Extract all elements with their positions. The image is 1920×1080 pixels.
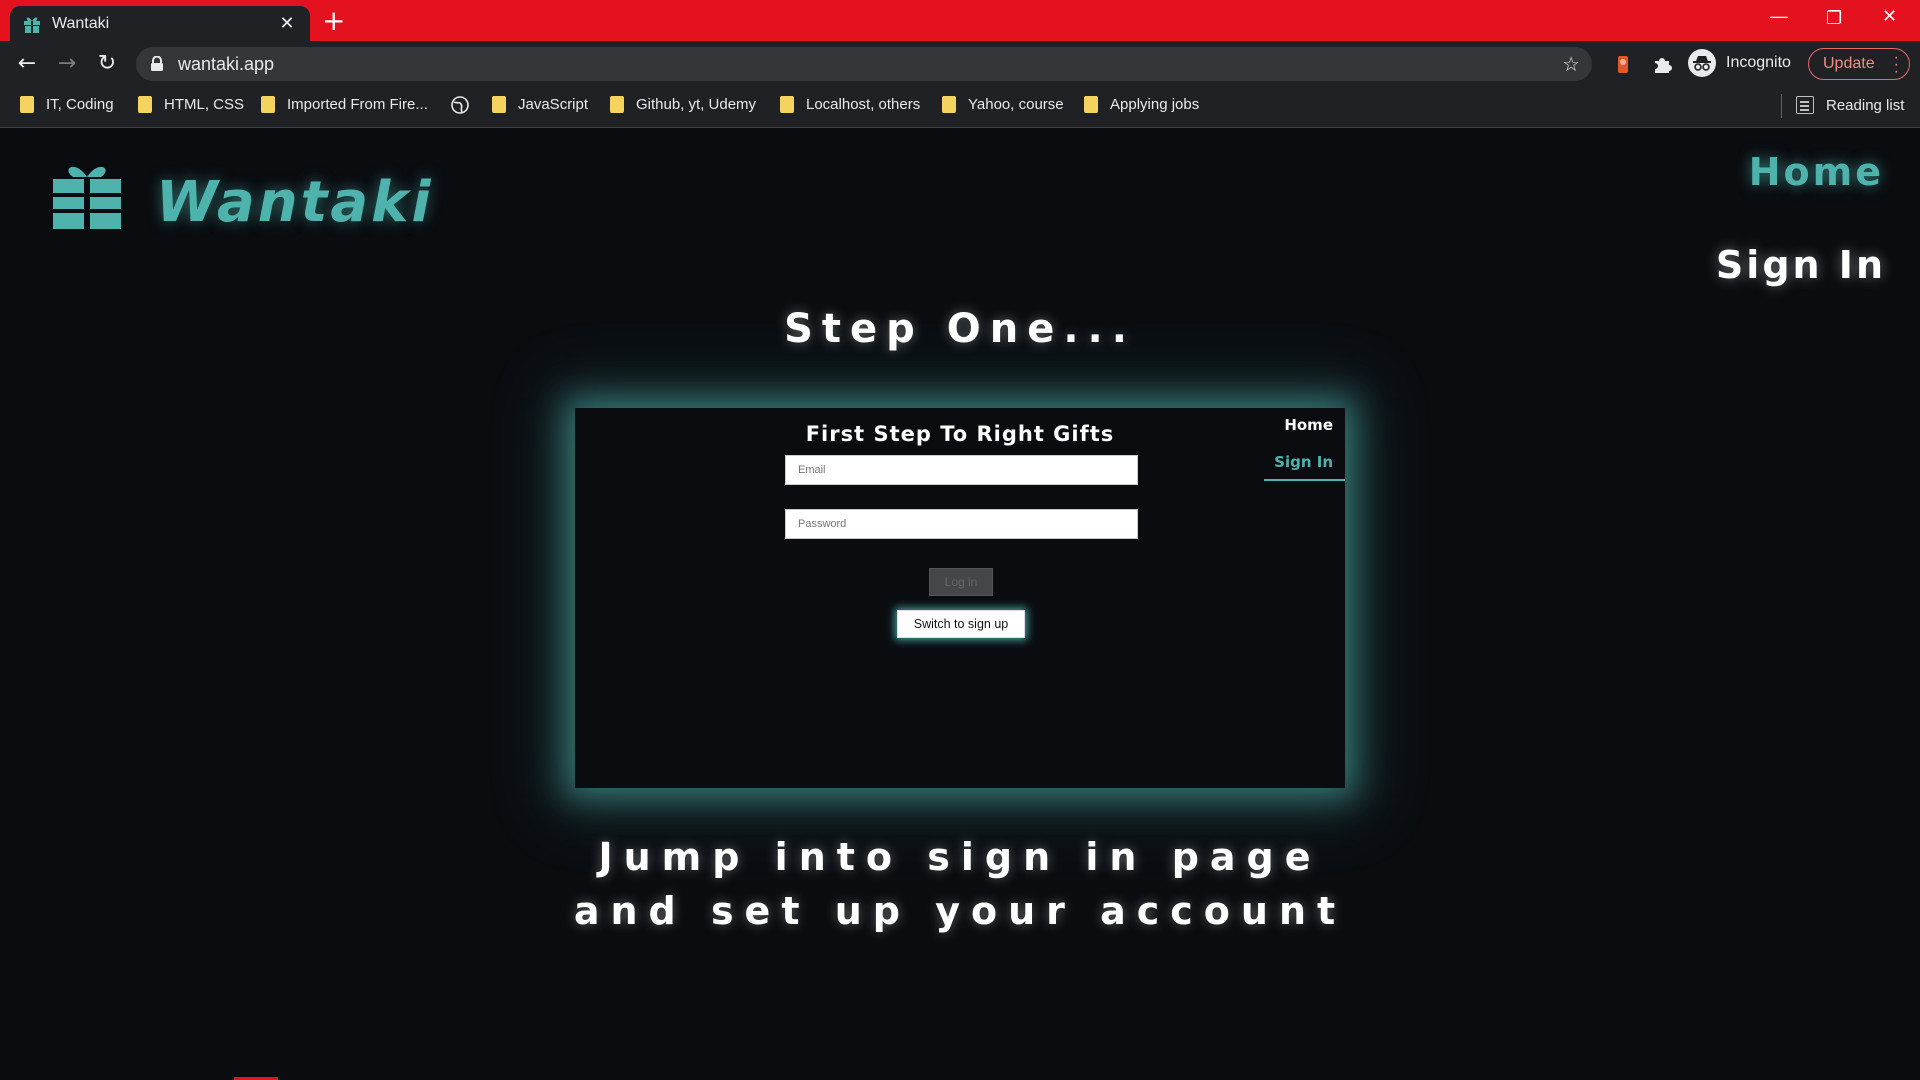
- lock-icon: [151, 56, 163, 71]
- bookmark-folder[interactable]: Github, yt, Udemy: [610, 96, 756, 113]
- folder-icon: [780, 96, 794, 113]
- folder-icon: [1084, 96, 1098, 113]
- step-title: Step One...: [784, 306, 1136, 352]
- more-menu-icon: · · ·: [1893, 49, 1899, 80]
- preview-active-underline: [1264, 479, 1345, 481]
- preview-nav-home[interactable]: Home: [1284, 416, 1333, 434]
- reading-list-label: Reading list: [1826, 96, 1905, 114]
- url-text: wantaki.app: [178, 53, 275, 74]
- instruction-caption: Jump into sign in page and set up your a…: [0, 830, 1920, 938]
- back-arrow-icon[interactable]: ←: [14, 51, 40, 77]
- gift-logo-icon: [53, 166, 121, 229]
- bookmark-folder[interactable]: Localhost, others: [780, 96, 920, 113]
- bookmark-star-icon[interactable]: ☆: [1562, 52, 1580, 76]
- profile-label: Incognito: [1726, 54, 1791, 71]
- gift-icon: [24, 17, 40, 33]
- update-label: Update: [1823, 55, 1875, 72]
- forward-arrow-icon[interactable]: →: [54, 51, 80, 77]
- globe-icon: [451, 96, 469, 114]
- address-bar[interactable]: wantaki.app ☆: [136, 47, 1592, 81]
- new-tab-icon[interactable]: +: [322, 7, 345, 35]
- sign-in-preview-screenshot: First Step To Right Gifts Log in Switch …: [575, 408, 1345, 788]
- tab-strip: Wantaki ✕ + — ❐ ✕: [0, 0, 1920, 41]
- bookmark-label: Yahoo, course: [968, 96, 1064, 113]
- bookmark-folder[interactable]: JavaScript: [492, 96, 588, 113]
- incognito-icon: [1688, 49, 1716, 77]
- folder-icon: [20, 96, 34, 113]
- reading-list-button[interactable]: Reading list: [1796, 96, 1904, 114]
- bookmarks-bar: IT, Coding HTML, CSS Imported From Fire.…: [0, 86, 1920, 128]
- nav-home-link[interactable]: Home: [1749, 150, 1884, 194]
- bookmark-folder[interactable]: HTML, CSS: [138, 96, 244, 113]
- bookmark-label: Imported From Fire...: [287, 96, 428, 113]
- folder-icon: [492, 96, 506, 113]
- update-button[interactable]: Update · · ·: [1808, 48, 1910, 80]
- folder-icon: [261, 96, 275, 113]
- preview-title: First Step To Right Gifts: [805, 422, 1115, 446]
- reading-list-icon: [1796, 96, 1814, 114]
- preview-login-button[interactable]: Log in: [929, 568, 993, 596]
- bookmark-folder[interactable]: Applying jobs: [1084, 96, 1199, 113]
- incognito-profile[interactable]: Incognito: [1688, 49, 1791, 77]
- bookmark-folder[interactable]: IT, Coding: [20, 96, 114, 113]
- bookmark-folder[interactable]: Yahoo, course: [942, 96, 1064, 113]
- site-logo-text[interactable]: Wantaki: [156, 170, 434, 235]
- close-tab-icon[interactable]: ✕: [276, 13, 298, 34]
- browser-tab[interactable]: Wantaki ✕: [10, 6, 310, 41]
- bookmark-label: JavaScript: [518, 96, 589, 113]
- folder-icon: [138, 96, 152, 113]
- folder-icon: [942, 96, 956, 113]
- folder-icon: [610, 96, 624, 113]
- preview-nav-sign-in[interactable]: Sign In: [1274, 453, 1333, 471]
- page-content: Wantaki Home Sign In Step One... First S…: [0, 128, 1920, 1080]
- bookmark-label: Github, yt, Udemy: [636, 96, 757, 113]
- puzzle-icon[interactable]: [1651, 53, 1673, 75]
- preview-email-field[interactable]: [785, 455, 1138, 485]
- tab-title: Wantaki: [52, 14, 110, 32]
- preview-switch-to-sign-up-button[interactable]: Switch to sign up: [897, 610, 1025, 638]
- preview-password-field[interactable]: [785, 509, 1138, 539]
- restore-icon[interactable]: ❐: [1826, 8, 1842, 29]
- bookmark-label: Applying jobs: [1110, 96, 1200, 113]
- bookmark-globe[interactable]: [451, 96, 469, 114]
- browser-toolbar: ← → ↻ wantaki.app ☆ Incognito Update · · ·: [0, 41, 1920, 86]
- extension-icon[interactable]: [1612, 53, 1634, 75]
- bookmark-label: HTML, CSS: [164, 96, 245, 113]
- caption-line-2: and set up your account: [573, 889, 1347, 933]
- bookmark-folder[interactable]: Imported From Fire...: [261, 96, 428, 113]
- nav-sign-in-link[interactable]: Sign In: [1716, 243, 1886, 287]
- caption-line-1: Jump into sign in page: [598, 835, 1322, 879]
- reload-icon[interactable]: ↻: [94, 51, 120, 77]
- window-close-icon[interactable]: ✕: [1882, 6, 1897, 27]
- bookmarks-divider: [1781, 94, 1782, 118]
- minimize-icon[interactable]: —: [1770, 6, 1788, 27]
- bookmark-label: Localhost, others: [806, 96, 921, 113]
- bookmark-label: IT, Coding: [46, 96, 114, 113]
